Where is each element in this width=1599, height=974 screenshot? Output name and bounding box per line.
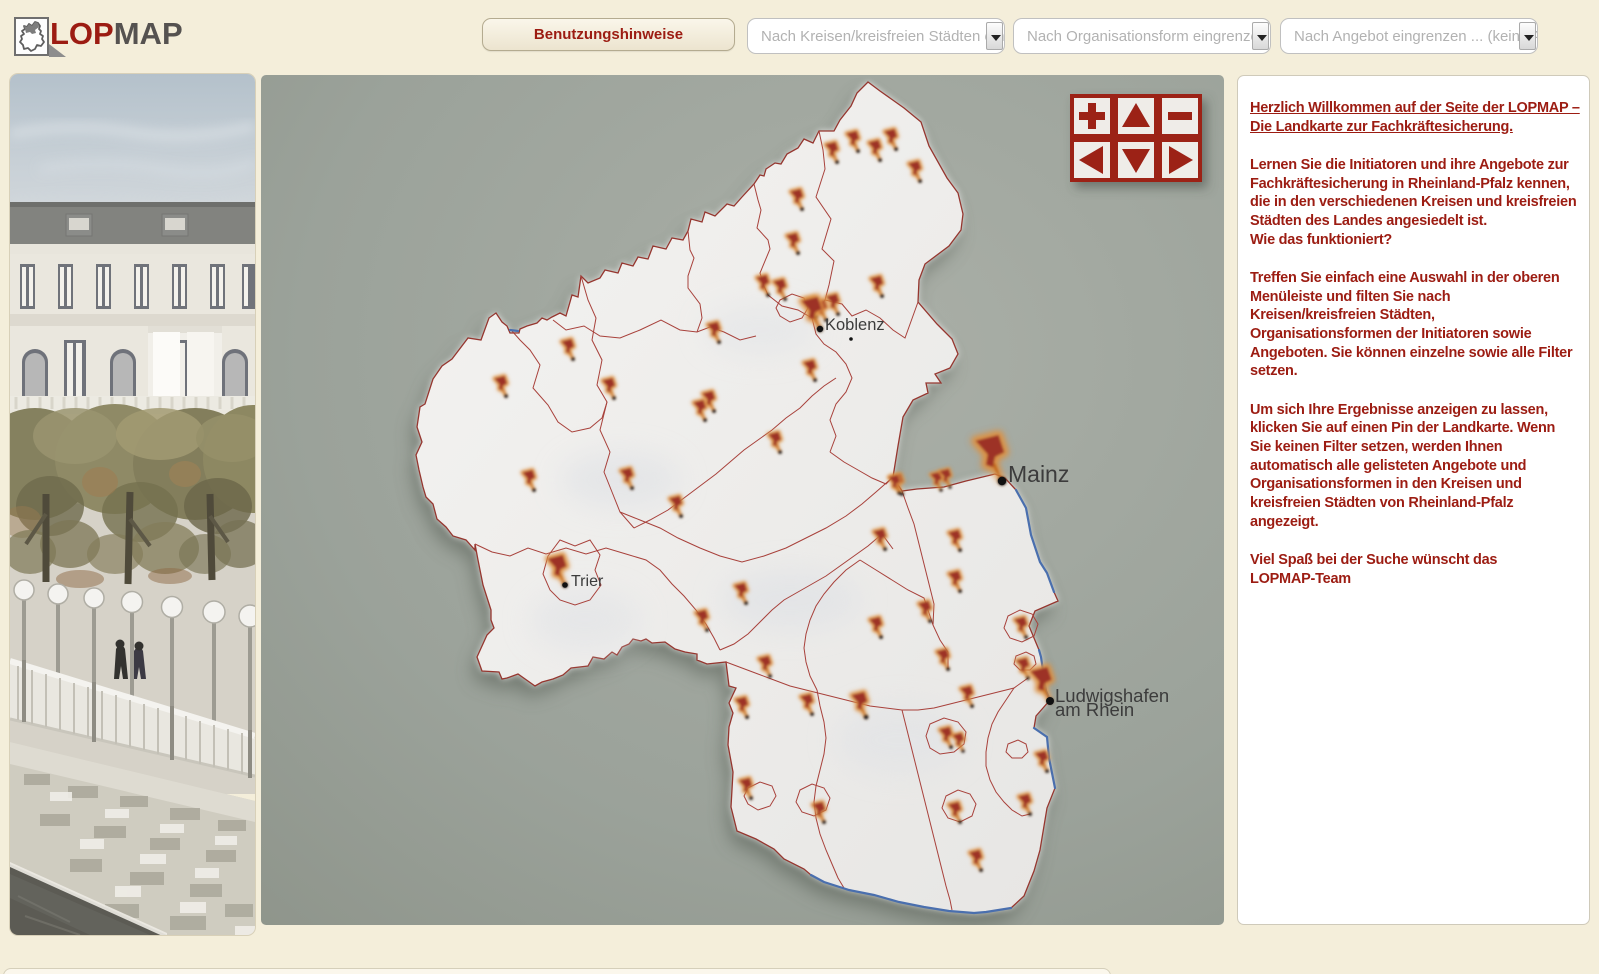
svg-text:Koblenz: Koblenz bbox=[825, 316, 885, 334]
svg-text:Mainz: Mainz bbox=[1008, 461, 1069, 487]
svg-text:Trier: Trier bbox=[571, 573, 604, 590]
svg-text:am Rhein: am Rhein bbox=[1055, 699, 1134, 720]
